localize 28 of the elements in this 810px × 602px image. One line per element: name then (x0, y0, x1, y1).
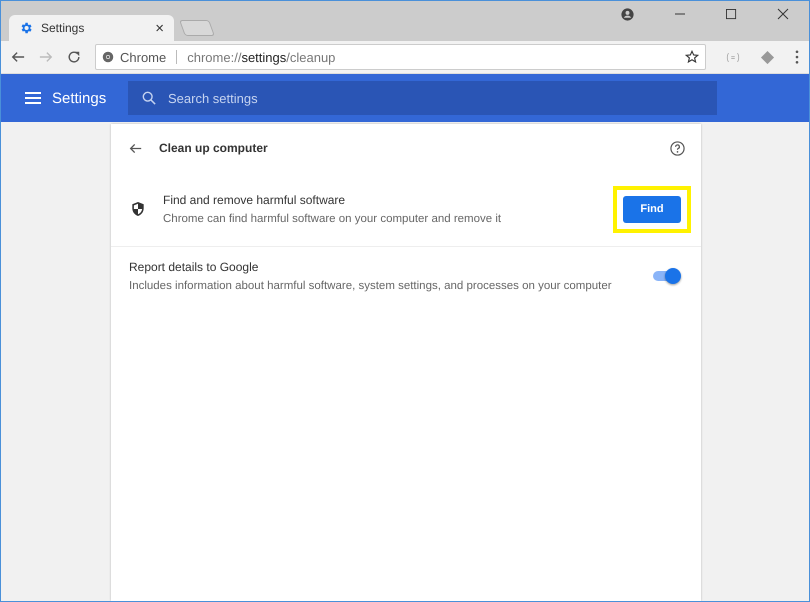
address-bar[interactable]: Chrome chrome://settings/cleanup (95, 44, 706, 70)
row-title: Find and remove harmful software (163, 193, 346, 207)
tab-close-button[interactable]: × (155, 20, 164, 36)
row-description: Includes information about harmful software, system settings, and processes on your computer (129, 280, 613, 292)
row-description: Chrome can find harmful software on your computer and remove it (163, 213, 502, 225)
tab-title: Settings (41, 21, 86, 35)
shield-icon (131, 201, 145, 217)
site-label: Chrome (120, 50, 166, 64)
maximize-icon[interactable] (726, 8, 737, 20)
browser-tab[interactable]: Settings × (9, 15, 174, 41)
find-button[interactable]: Find (623, 196, 681, 222)
back-arrow-icon[interactable] (11, 50, 25, 64)
star-icon[interactable] (685, 50, 699, 64)
toggle-switch[interactable] (653, 271, 679, 281)
settings-title: Settings (52, 90, 108, 106)
page-title: Clean up computer (159, 141, 269, 155)
gear-icon (19, 21, 33, 35)
menu-icon[interactable] (795, 50, 799, 64)
chrome-icon (102, 51, 114, 63)
account-icon[interactable] (621, 8, 634, 20)
url-text: chrome://settings/cleanup (187, 50, 336, 64)
row-title: Report details to Google (129, 260, 260, 274)
reload-icon[interactable] (67, 50, 81, 64)
close-icon[interactable] (777, 8, 789, 20)
search-field[interactable]: Search settings (128, 81, 717, 115)
menu-icon[interactable] (25, 92, 41, 104)
help-icon[interactable] (670, 140, 685, 156)
back-arrow-icon[interactable] (129, 142, 142, 154)
